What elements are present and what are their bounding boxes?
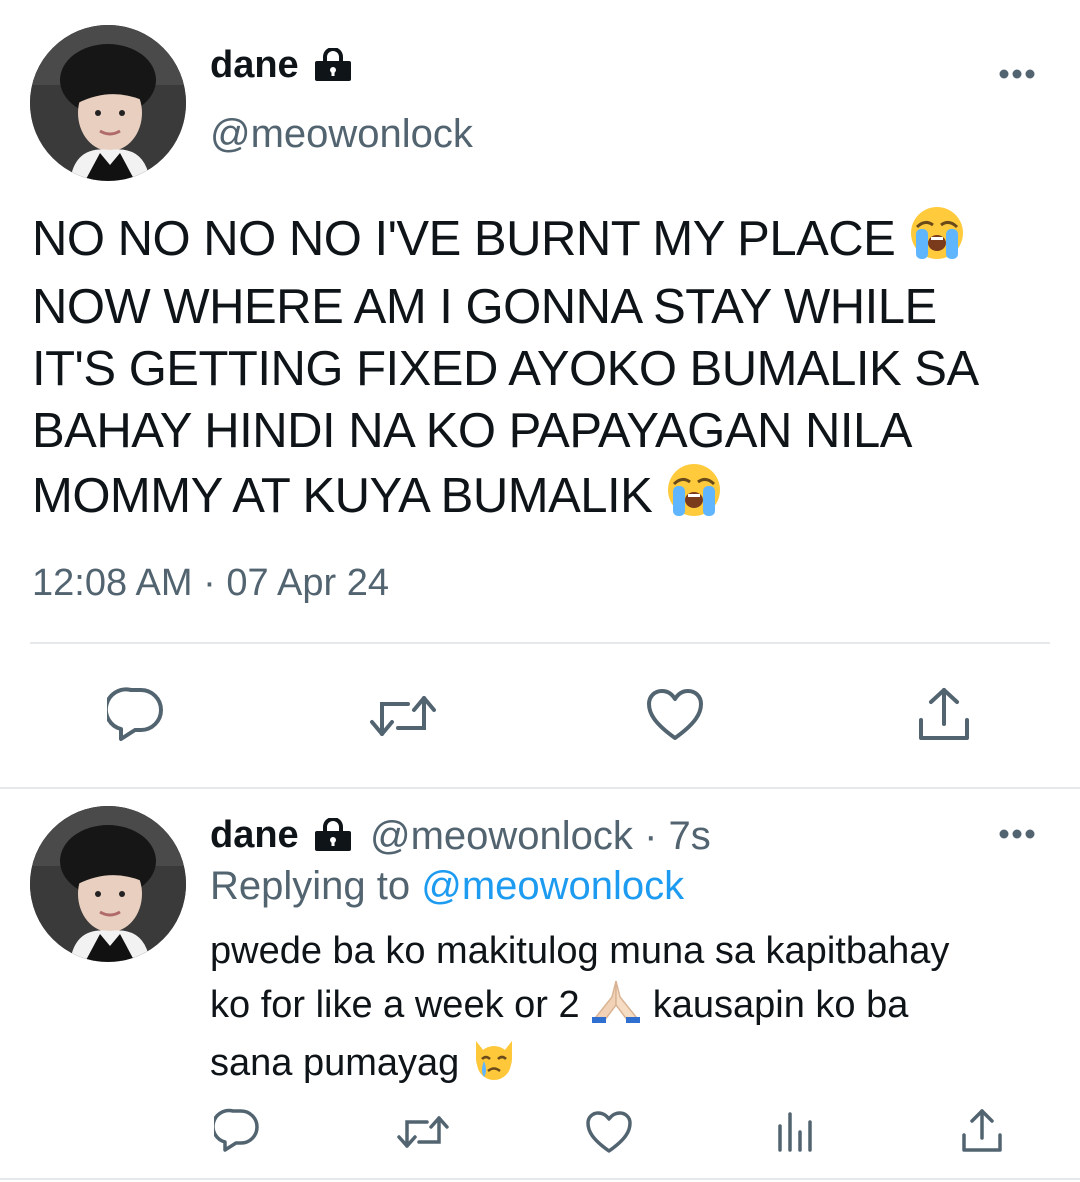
tweet-timestamp[interactable]: 12:08 AM · 07 Apr 24 bbox=[32, 562, 389, 605]
display-name-text[interactable]: dane bbox=[210, 44, 299, 86]
section-divider bbox=[0, 787, 1080, 789]
lock-icon bbox=[312, 818, 354, 852]
reply-text: pwede ba ko makitulog muna sa kapitbahay… bbox=[210, 926, 1060, 1095]
crying-cat-emoji bbox=[470, 1037, 518, 1095]
bottom-divider bbox=[0, 1178, 1080, 1180]
tweet-text-line: MOMMY AT KUYA BUMALIK bbox=[32, 462, 1052, 533]
analytics-icon[interactable] bbox=[776, 1110, 816, 1152]
tweet-text-line: BAHAY HINDI NA KO PAPAYAGAN NILA bbox=[32, 404, 912, 458]
crying-face-emoji bbox=[665, 462, 723, 533]
reply-time[interactable]: 7s bbox=[669, 814, 711, 858]
reply-handle[interactable]: @meowonlock bbox=[370, 814, 633, 858]
handle[interactable]: @meowonlock bbox=[210, 112, 473, 157]
reply-avatar[interactable] bbox=[30, 806, 186, 962]
retweet-icon[interactable] bbox=[397, 1114, 449, 1150]
crying-face-emoji bbox=[908, 205, 966, 276]
reply-text-segment: sana pumayag bbox=[210, 1042, 460, 1084]
reply-icon[interactable] bbox=[107, 686, 165, 742]
like-icon[interactable] bbox=[585, 1110, 633, 1154]
replying-to: Replying to @meowonlock bbox=[210, 864, 684, 909]
lock-icon bbox=[312, 48, 354, 82]
reply-text-line: pwede ba ko makitulog muna sa kapitbahay bbox=[210, 930, 950, 972]
tweet-text-line: NO NO NO NO I'VE BURNT MY PLACE bbox=[32, 205, 1052, 276]
tweet-text-line: IT'S GETTING FIXED AYOKO BUMALIK SA bbox=[32, 342, 979, 396]
replying-to-label: Replying to bbox=[210, 864, 422, 908]
reply-header: dane bbox=[210, 814, 299, 857]
share-icon[interactable] bbox=[916, 686, 972, 744]
tweet-text-segment: NO NO NO NO I'VE BURNT MY PLACE bbox=[32, 212, 896, 266]
avatar[interactable] bbox=[30, 25, 186, 181]
reply-text-line: sana pumayag bbox=[210, 1037, 1060, 1095]
tweet-text-segment: MOMMY AT KUYA BUMALIK bbox=[32, 469, 653, 523]
time-separator: · bbox=[644, 814, 658, 858]
reply-icon[interactable] bbox=[214, 1108, 260, 1152]
reply-text-segment: kausapin ko ba bbox=[652, 984, 909, 1026]
reply-meta: @meowonlock · 7s bbox=[370, 814, 711, 859]
more-icon[interactable] bbox=[998, 828, 1036, 840]
tweet-text: NO NO NO NO I'VE BURNT MY PLACE NOW WHER… bbox=[32, 205, 1052, 533]
retweet-icon[interactable] bbox=[370, 694, 436, 738]
reply-text-line: ko for like a week or 2 kausapin ko ba bbox=[210, 977, 1060, 1037]
reply-text-segment: ko for like a week or 2 bbox=[210, 984, 580, 1026]
share-icon[interactable] bbox=[960, 1108, 1004, 1154]
replying-to-handle[interactable]: @meowonlock bbox=[421, 864, 684, 908]
reply-display-name[interactable]: dane bbox=[210, 814, 299, 856]
tweet-text-line: NOW WHERE AM I GONNA STAY WHILE bbox=[32, 280, 937, 334]
more-icon[interactable] bbox=[998, 68, 1036, 80]
display-name[interactable]: dane bbox=[210, 44, 299, 87]
like-icon[interactable] bbox=[646, 688, 704, 742]
divider bbox=[30, 642, 1050, 644]
folded-hands-emoji bbox=[590, 977, 642, 1037]
